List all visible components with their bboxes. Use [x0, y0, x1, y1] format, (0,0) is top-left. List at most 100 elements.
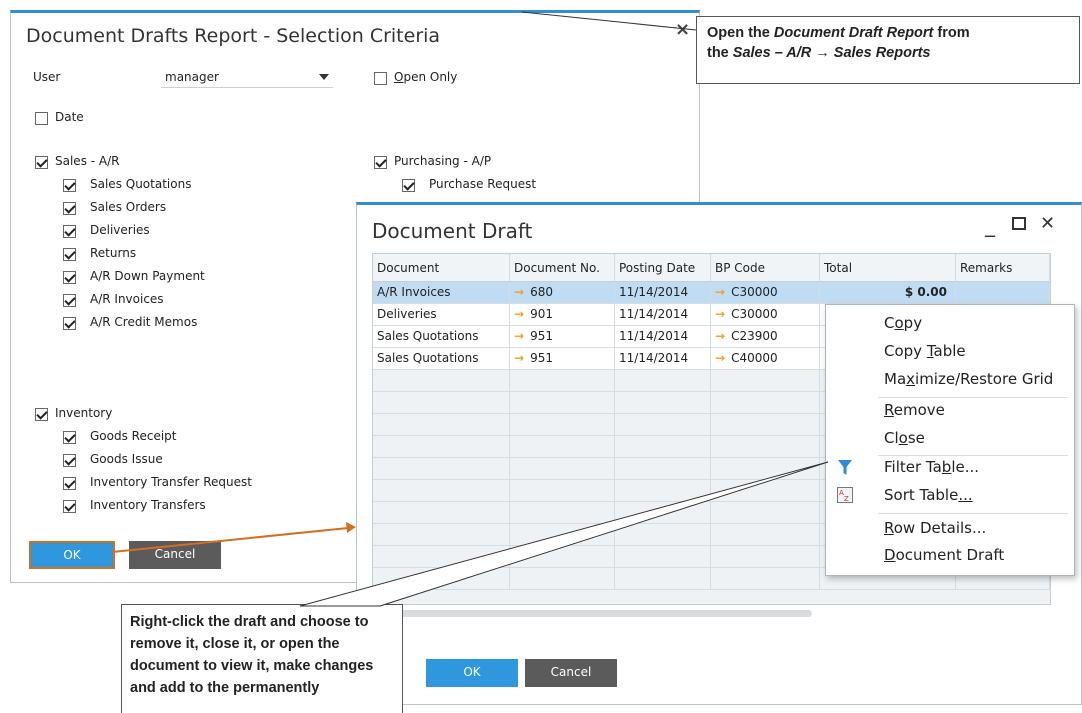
table-cell	[711, 370, 820, 391]
item-checkbox[interactable]	[63, 454, 76, 467]
table-cell	[615, 458, 711, 479]
menu-item-copy-table[interactable]: Copy Table	[884, 342, 966, 360]
table-cell	[615, 524, 711, 545]
link-arrow-icon[interactable]: →	[715, 285, 725, 299]
callout-text-emphasis: Sales – A/R → Sales Reports	[732, 45, 931, 61]
table-cell	[711, 436, 820, 457]
item-label: A/R Down Payment	[90, 269, 205, 283]
item-checkbox[interactable]	[63, 248, 76, 261]
item-checkbox[interactable]	[63, 294, 76, 307]
open-only-checkbox[interactable]	[374, 72, 387, 85]
item-checkbox[interactable]	[63, 179, 76, 192]
link-arrow-icon[interactable]: →	[514, 351, 524, 365]
close-icon[interactable]: ✕	[1040, 213, 1055, 234]
document-number: 951	[530, 351, 553, 365]
table-cell	[510, 480, 615, 501]
table-cell	[615, 436, 711, 457]
table-cell: → C30000	[711, 304, 820, 325]
table-cell	[510, 414, 615, 435]
user-dropdown[interactable]: manager	[161, 69, 333, 88]
table-cell	[373, 524, 510, 545]
table-row[interactable]: A/R Invoices → 680 11/14/2014 → C30000 $ 0.00	[373, 282, 1050, 304]
link-arrow-icon[interactable]: →	[715, 329, 725, 343]
link-arrow-icon[interactable]: →	[715, 351, 725, 365]
maximize-icon[interactable]	[1012, 217, 1026, 230]
menu-item-document-draft[interactable]: Document Draft	[884, 546, 1004, 564]
menu-item-close[interactable]: Close	[884, 429, 925, 447]
column-header[interactable]: Document	[373, 254, 510, 282]
purchasing-ap-checkbox[interactable]	[374, 156, 387, 169]
callout-text: the	[707, 45, 733, 61]
purchase-request-checkbox[interactable]	[402, 179, 415, 192]
chevron-down-icon[interactable]	[319, 74, 329, 80]
draft-ok-button[interactable]: OK	[426, 659, 518, 687]
table-cell	[373, 392, 510, 413]
close-icon[interactable]: ×	[675, 19, 690, 40]
purchasing-ap-label: Purchasing - A/P	[394, 154, 492, 168]
item-checkbox[interactable]	[63, 271, 76, 284]
inventory-checkbox[interactable]	[35, 408, 48, 421]
table-cell	[510, 370, 615, 391]
item-checkbox[interactable]	[63, 225, 76, 238]
item-label: A/R Credit Memos	[90, 315, 198, 329]
draft-cancel-button[interactable]: Cancel	[525, 659, 617, 687]
table-cell	[373, 370, 510, 391]
total-cell: $ 0.00	[820, 282, 956, 303]
item-checkbox[interactable]	[63, 500, 76, 513]
table-cell	[510, 392, 615, 413]
column-header[interactable]: Remarks	[956, 254, 1050, 282]
posting-date-cell: 11/14/2014	[615, 282, 711, 303]
table-cell	[510, 568, 615, 589]
menu-item-copy[interactable]: Copy	[884, 314, 922, 332]
menu-item-filter-table[interactable]: Filter Table...	[884, 458, 979, 476]
table-cell	[615, 568, 711, 589]
column-header[interactable]: Document No.	[510, 254, 615, 282]
table-cell	[711, 546, 820, 567]
date-label: Date	[55, 110, 84, 124]
open-only-label-rest: pen Only	[403, 70, 458, 84]
menu-item-remove[interactable]: Remove	[884, 401, 945, 419]
filter-icon	[838, 460, 852, 475]
callout-open-report: Open the Document Draft Report from the …	[696, 16, 1080, 84]
column-header[interactable]: Posting Date	[615, 254, 711, 282]
link-arrow-icon[interactable]: →	[514, 285, 524, 299]
minimize-icon[interactable]: _	[985, 213, 995, 237]
item-checkbox[interactable]	[63, 202, 76, 215]
document-cell: A/R Invoices	[373, 282, 510, 303]
link-arrow-icon[interactable]: →	[514, 307, 524, 321]
ok-button[interactable]: OK	[29, 541, 115, 569]
item-label: Inventory Transfer Request	[90, 475, 252, 489]
cancel-button[interactable]: Cancel	[129, 541, 221, 569]
table-cell	[711, 480, 820, 501]
menu-item-maximize-restore-grid[interactable]: Maximize/Restore Grid	[884, 370, 1053, 388]
bp-code: C30000	[731, 307, 778, 321]
bp-code: C40000	[731, 351, 778, 365]
document-cell: Deliveries	[373, 304, 510, 325]
item-checkbox[interactable]	[63, 431, 76, 444]
link-arrow-icon[interactable]: →	[715, 307, 725, 321]
user-dropdown-value: manager	[165, 70, 219, 84]
menu-item-sort-table[interactable]: Sort Table...	[884, 486, 973, 504]
svg-text:Z: Z	[844, 495, 849, 503]
table-cell	[711, 414, 820, 435]
horizontal-scrollbar[interactable]	[372, 610, 812, 617]
menu-item-row-details[interactable]: Row Details...	[884, 519, 986, 537]
bp-code: C30000	[731, 285, 778, 299]
link-arrow-icon[interactable]: →	[514, 329, 524, 343]
callout-text: from	[933, 25, 970, 41]
table-cell	[711, 458, 820, 479]
table-cell	[373, 546, 510, 567]
posting-date-cell: 11/14/2014	[615, 304, 711, 325]
table-cell	[615, 546, 711, 567]
date-checkbox[interactable]	[35, 112, 48, 125]
sales-ar-checkbox[interactable]	[35, 156, 48, 169]
table-cell	[510, 502, 615, 523]
table-cell	[373, 480, 510, 501]
column-header[interactable]: BP Code	[711, 254, 820, 282]
item-checkbox[interactable]	[63, 477, 76, 490]
item-checkbox[interactable]	[63, 317, 76, 330]
table-cell: → C30000	[711, 282, 820, 303]
item-label: Inventory Transfers	[90, 498, 206, 512]
column-header[interactable]: Total	[820, 254, 956, 282]
context-menu: Copy Copy Table Maximize/Restore Grid Re…	[825, 304, 1075, 576]
